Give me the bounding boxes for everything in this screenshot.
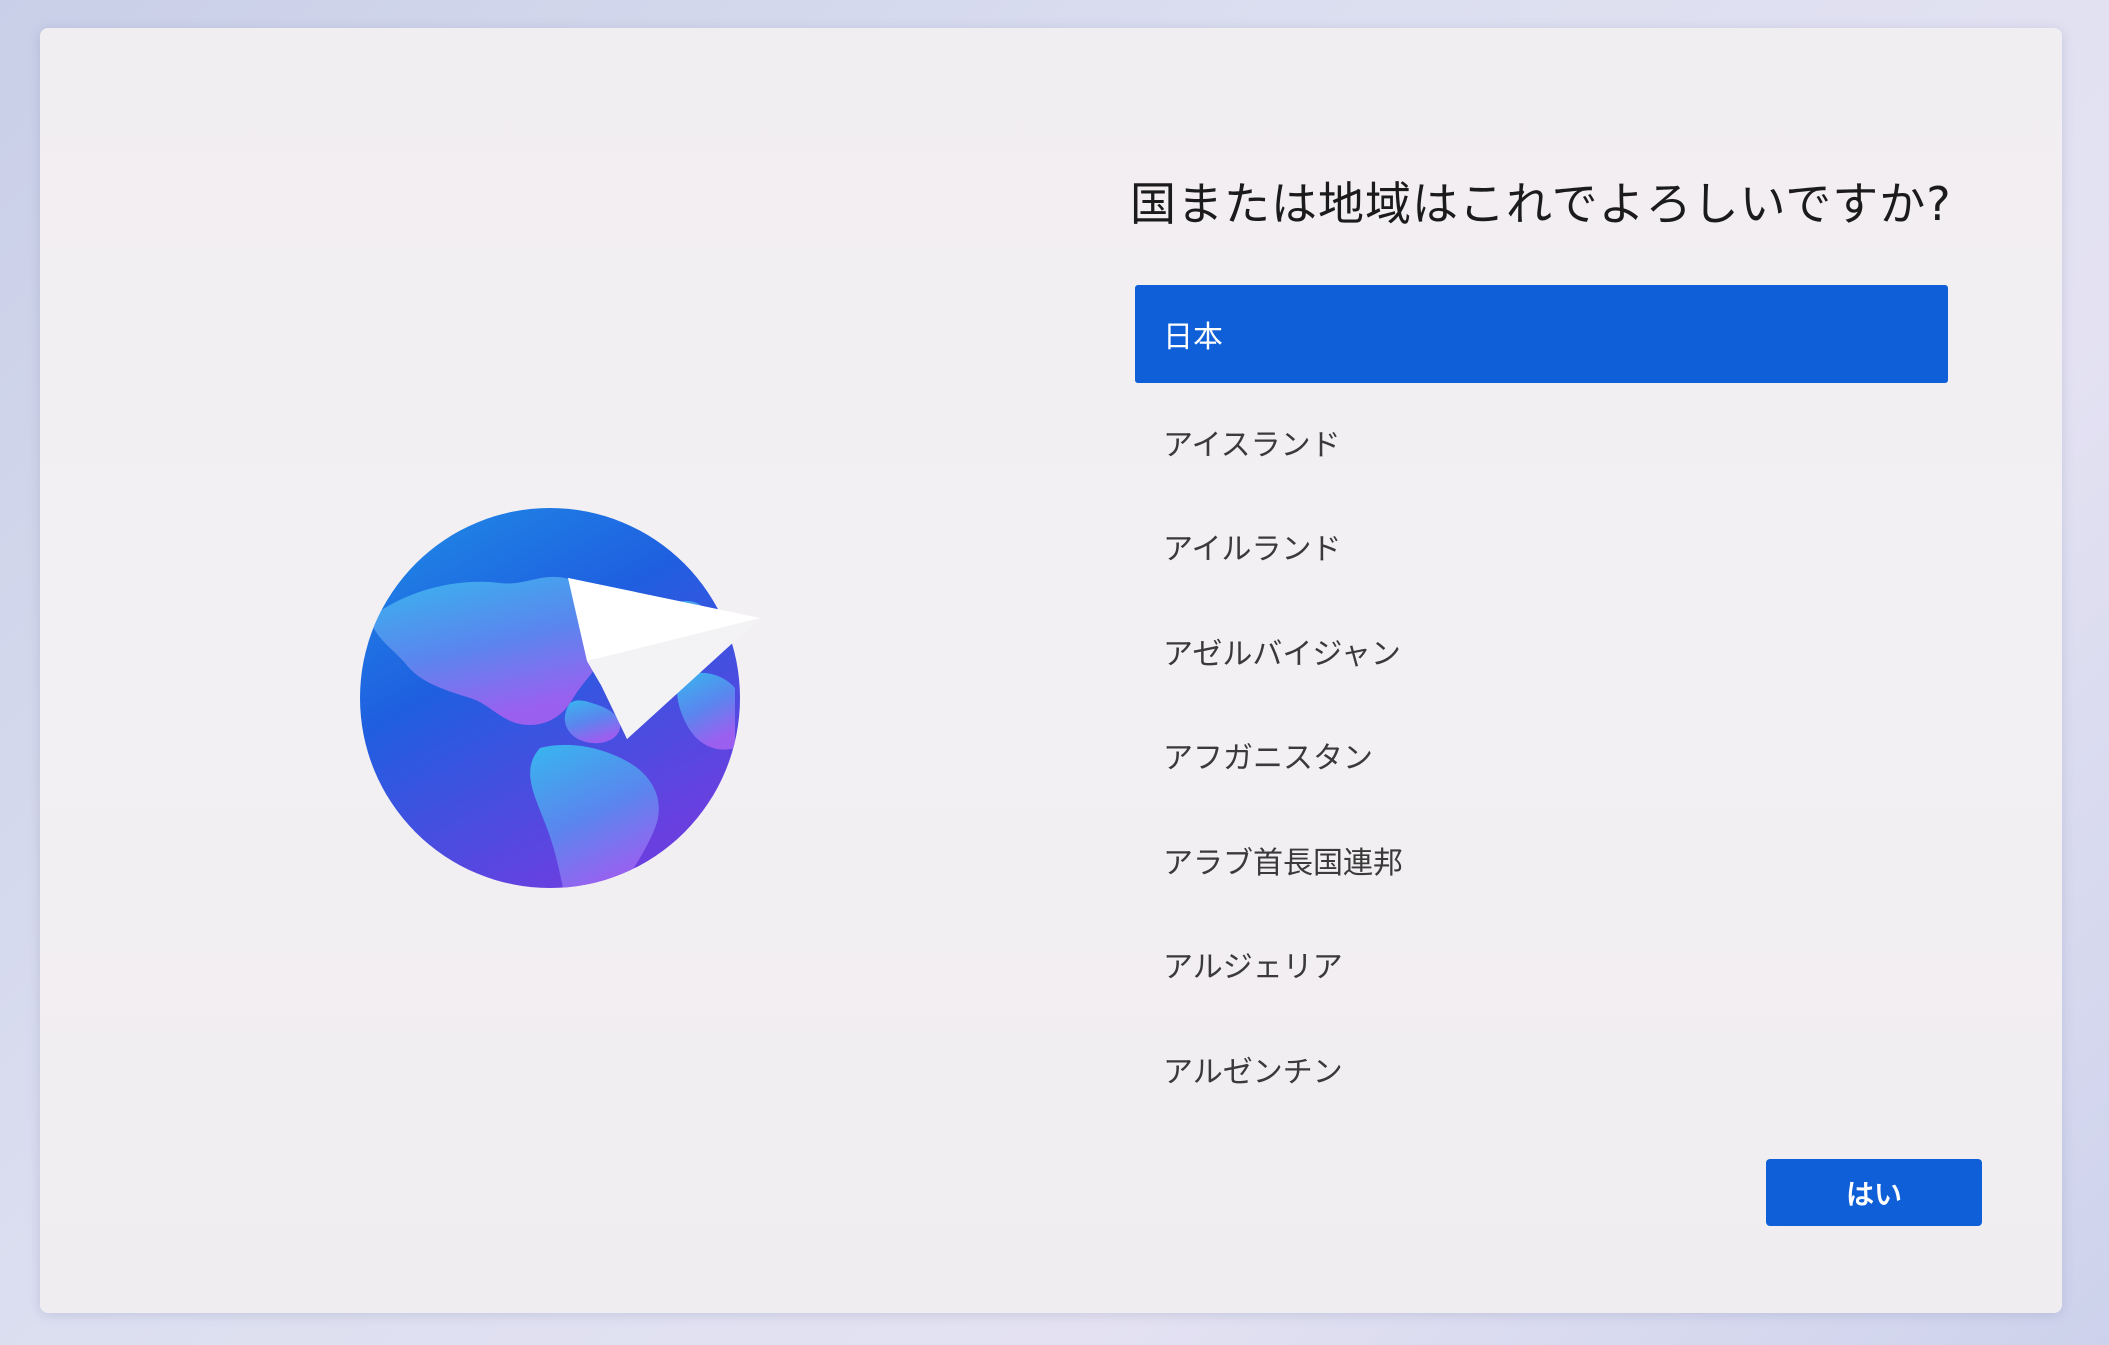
list-item[interactable]: アルゼンチン xyxy=(1135,1017,1948,1122)
list-item[interactable]: アラブ首長国連邦 xyxy=(1135,808,1948,913)
setup-dialog: 国または地域はこれでよろしいですか? 日本 アイスランド アイルランド アゼルバ… xyxy=(40,28,2062,1313)
list-item[interactable]: アイルランド xyxy=(1135,494,1948,599)
globe-with-paper-plane-icon xyxy=(350,478,830,898)
yes-button[interactable]: はい xyxy=(1766,1159,1982,1226)
list-item[interactable]: アイスランド xyxy=(1135,390,1948,495)
list-item[interactable]: アフガニスタン xyxy=(1135,703,1948,808)
region-question-heading: 国または地域はこれでよろしいですか? xyxy=(1130,177,1952,231)
list-item[interactable]: アゼルバイジャン xyxy=(1135,599,1948,704)
list-item-selected[interactable]: 日本 xyxy=(1135,285,1948,383)
list-item[interactable]: アルジェリア xyxy=(1135,912,1948,1017)
country-region-list[interactable]: 日本 アイスランド アイルランド アゼルバイジャン アフガニスタン アラブ首長国… xyxy=(1135,285,1948,1121)
